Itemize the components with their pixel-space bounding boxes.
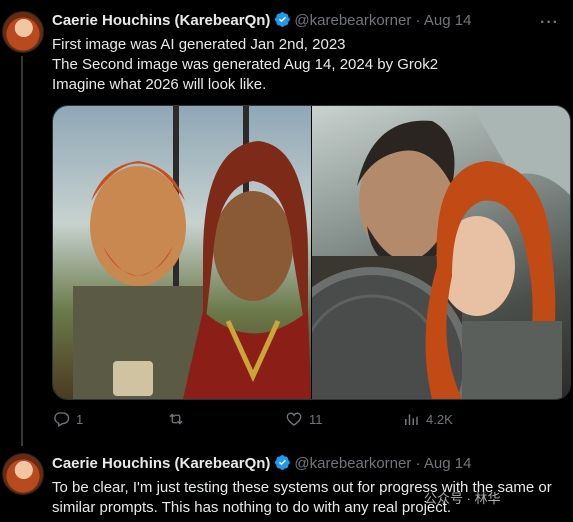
separator-dot: · bbox=[415, 455, 421, 472]
separator-dot: · bbox=[415, 12, 421, 29]
tweet-header: Caerie Houchins (KarebearQn) @karebearko… bbox=[52, 11, 471, 31]
media-image-1[interactable] bbox=[53, 106, 311, 399]
author-name[interactable]: Caerie Houchins (KarebearQn) bbox=[52, 455, 270, 472]
tweet-date[interactable]: Aug 14 bbox=[424, 455, 472, 472]
ellipsis-icon[interactable]: ··· bbox=[540, 14, 559, 32]
author-handle[interactable]: @karebearkorner bbox=[294, 12, 411, 29]
tweet-actions: 1 11 4.2K bbox=[52, 410, 552, 430]
verified-icon bbox=[274, 454, 291, 471]
avatar[interactable] bbox=[2, 11, 44, 53]
repost-icon bbox=[169, 413, 183, 425]
tweet-2[interactable]: Caerie Houchins (KarebearQn) @karebearko… bbox=[0, 440, 573, 522]
verified-icon bbox=[274, 11, 291, 28]
views-count: 4.2K bbox=[426, 411, 453, 427]
ai-illustration-realistic bbox=[273, 106, 570, 399]
tweet-date[interactable]: Aug 14 bbox=[424, 12, 472, 29]
author-name[interactable]: Caerie Houchins (KarebearQn) bbox=[52, 12, 270, 29]
avatar[interactable] bbox=[2, 453, 44, 495]
tweet-media[interactable] bbox=[52, 105, 571, 400]
watermark: 公众号 · 林华 bbox=[424, 491, 501, 506]
reply-icon bbox=[54, 412, 70, 427]
reply-button[interactable]: 1 bbox=[52, 410, 83, 428]
like-count: 11 bbox=[309, 411, 323, 427]
tweet-header: Caerie Houchins (KarebearQn) @karebearko… bbox=[52, 454, 471, 474]
heart-icon bbox=[286, 412, 302, 426]
views-icon bbox=[405, 414, 418, 425]
like-button[interactable]: 11 bbox=[285, 410, 323, 428]
repost-button[interactable] bbox=[167, 410, 191, 428]
author-handle[interactable]: @karebearkorner bbox=[294, 455, 411, 472]
ai-illustration-cartoon bbox=[73, 106, 311, 399]
media-image-2[interactable] bbox=[273, 106, 570, 399]
reply-count: 1 bbox=[76, 411, 84, 427]
tweet-1[interactable]: Caerie Houchins (KarebearQn) @karebearko… bbox=[0, 0, 573, 440]
tweet-text: First image was AI generated Jan 2nd, 20… bbox=[52, 36, 439, 93]
views-button[interactable]: 4.2K bbox=[402, 410, 453, 428]
